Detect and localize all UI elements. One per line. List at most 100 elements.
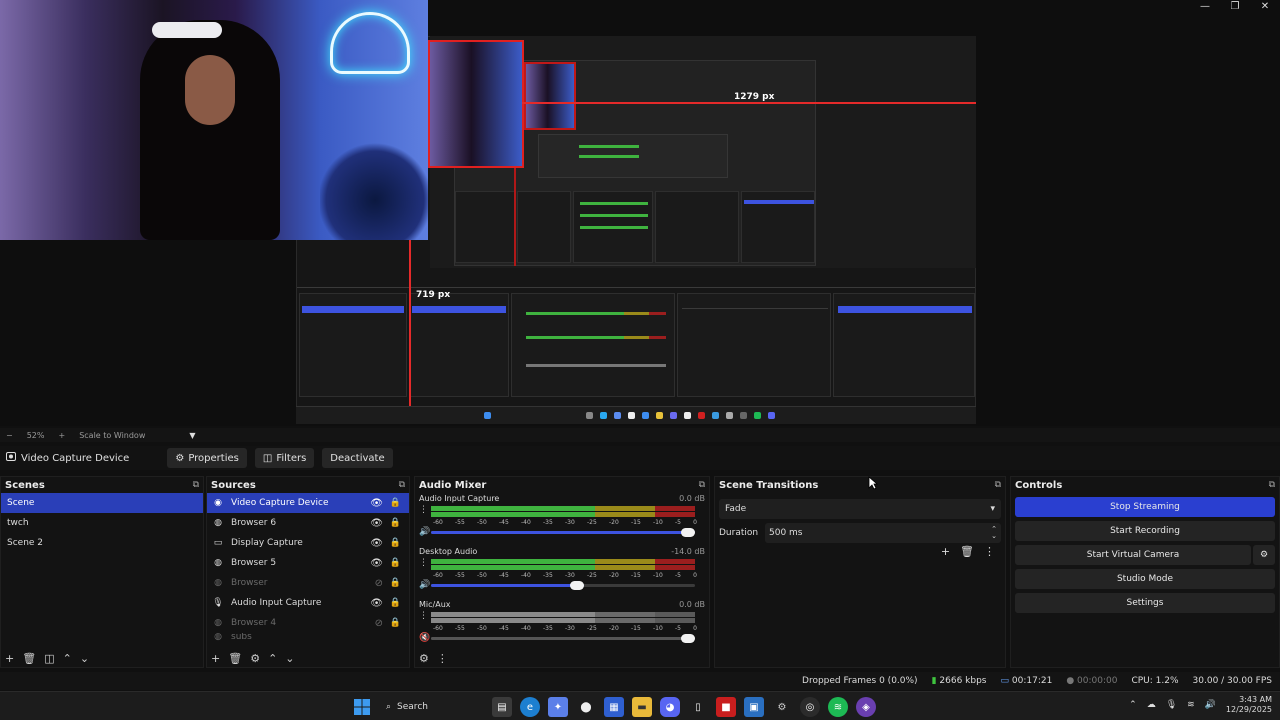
spin-arrows-icon[interactable]: ⌃ ⌄ [991, 526, 997, 540]
speaker-muted-icon[interactable]: 🔇 [419, 633, 430, 643]
link-gear-icon[interactable]: ⚙ [419, 652, 429, 665]
slider-knob[interactable] [570, 581, 585, 590]
undock-icon[interactable]: ⧉ [1269, 480, 1275, 490]
spotify-icon[interactable]: ≋ [828, 697, 848, 717]
nested-webcam-thumb-2 [524, 62, 576, 130]
volume-slider[interactable] [431, 581, 695, 590]
eye-hidden-icon[interactable]: ⊘ [375, 618, 383, 629]
eye-icon[interactable]: 👁 [370, 518, 383, 529]
settings-gear-icon[interactable]: ⚙ [772, 697, 792, 717]
task-view-icon[interactable]: ▤ [492, 697, 512, 717]
kebab-menu-icon[interactable]: ⋮ [984, 545, 995, 558]
settings-button[interactable]: Settings [1015, 593, 1275, 613]
duration-spinbox[interactable]: 500 ms ⌃ ⌄ [765, 523, 1001, 543]
cloud-icon[interactable]: ☁ [1147, 700, 1156, 710]
obs-icon[interactable]: ◎ [800, 697, 820, 717]
source-item[interactable]: ◍ Browser ⊘ 🔒 [207, 573, 409, 593]
twitch-icon[interactable]: ◈ [856, 697, 876, 717]
start-virtual-camera-button[interactable]: Start Virtual Camera [1015, 545, 1251, 565]
store-icon[interactable]: ▦ [604, 697, 624, 717]
undock-icon[interactable]: ⧉ [699, 480, 705, 490]
edge-browser-icon[interactable]: e [520, 697, 540, 717]
maximize-button[interactable]: ❐ [1220, 0, 1250, 14]
deactivate-button[interactable]: Deactivate [322, 448, 393, 468]
discord-icon[interactable]: ◕ [660, 697, 680, 717]
lock-icon[interactable]: 🔒 [390, 598, 401, 608]
location-pin-icon[interactable]: ⬤ [576, 697, 596, 717]
document-icon[interactable]: ▯ [688, 697, 708, 717]
trash-icon[interactable]: 🗑 [22, 652, 36, 665]
stop-streaming-button[interactable]: Stop Streaming [1015, 497, 1275, 517]
lock-icon[interactable]: 🔒 [390, 578, 401, 588]
trash-icon[interactable]: 🗑 [228, 652, 242, 665]
speaker-icon[interactable]: 🔊 [419, 580, 430, 590]
start-recording-button[interactable]: Start Recording [1015, 521, 1275, 541]
source-item[interactable]: ◍ Browser 6 👁 🔒 [207, 513, 409, 533]
zoom-in-button[interactable]: + [58, 431, 65, 440]
source-item[interactable]: ◉ Video Capture Device 👁 🔒 [207, 493, 409, 513]
clock[interactable]: 3:43 AM 12/29/2025 [1226, 695, 1272, 715]
windows-start-icon[interactable] [352, 697, 372, 717]
lock-icon[interactable]: 🔒 [390, 538, 401, 548]
copilot-icon[interactable]: ✦ [548, 697, 568, 717]
kebab-menu-icon[interactable]: ⋮ [437, 652, 448, 665]
eye-icon[interactable]: 👁 [370, 558, 383, 569]
zoom-out-button[interactable]: − [6, 431, 13, 440]
lock-icon[interactable]: 🔒 [390, 498, 401, 508]
lock-icon[interactable]: 🔒 [390, 618, 401, 628]
taskbar-search[interactable]: ⌕ Search [380, 697, 484, 717]
slider-knob[interactable] [681, 528, 695, 537]
studio-mode-button[interactable]: Studio Mode [1015, 569, 1275, 589]
eye-icon[interactable]: 👁 [370, 598, 383, 609]
eye-icon[interactable]: 👁 [370, 498, 383, 509]
photos-icon[interactable]: ▣ [744, 697, 764, 717]
undock-icon[interactable]: ⧉ [399, 480, 405, 490]
scene-item-scene-2[interactable]: Scene 2 [1, 533, 203, 553]
eye-icon[interactable]: 👁 [370, 538, 383, 549]
volume-slider[interactable] [431, 528, 695, 537]
kebab-menu-icon[interactable]: ⋮ [419, 558, 428, 568]
red-app-icon[interactable]: ■ [716, 697, 736, 717]
source-item[interactable]: ◍ Browser 4 ⊘ 🔒 [207, 613, 409, 633]
filters-button[interactable]: ◫ Filters [254, 448, 315, 468]
speaker-icon[interactable]: 🔊 [419, 527, 430, 537]
scene-item-twch[interactable]: twch [1, 513, 203, 533]
speaker-icon[interactable]: 🔊 [1205, 700, 1216, 710]
undock-icon[interactable]: ⧉ [995, 480, 1001, 490]
source-item[interactable]: 🎙 Audio Input Capture 👁 🔒 [207, 593, 409, 613]
chevron-down-icon[interactable]: ▼ [189, 431, 195, 440]
slider-knob[interactable] [681, 634, 695, 643]
add-icon[interactable]: + [211, 652, 220, 665]
gear-icon[interactable]: ⚙ [250, 652, 260, 665]
add-icon[interactable]: + [941, 545, 950, 558]
kebab-menu-icon[interactable]: ⋮ [419, 611, 428, 621]
trash-icon[interactable]: 🗑 [960, 545, 974, 558]
undock-icon[interactable]: ⧉ [193, 480, 199, 490]
minimize-button[interactable]: — [1190, 0, 1220, 14]
lock-icon[interactable]: 🔒 [390, 518, 401, 528]
close-button[interactable]: ✕ [1250, 0, 1280, 14]
chevron-up-icon[interactable]: ⌃ [268, 652, 277, 665]
source-item[interactable]: ◍ Browser 5 👁 🔒 [207, 553, 409, 573]
scene-item-scene[interactable]: Scene [1, 493, 203, 513]
wifi-icon[interactable]: ≋ [1187, 700, 1195, 710]
eye-hidden-icon[interactable]: ⊘ [375, 578, 383, 589]
microphone-icon[interactable]: 🎙 [1166, 700, 1177, 710]
transition-select[interactable]: Fade ▾ [719, 499, 1001, 519]
kebab-menu-icon[interactable]: ⋮ [419, 505, 428, 515]
chevron-up-icon[interactable]: ⌃ [1129, 700, 1137, 710]
chevron-down-icon[interactable]: ⌄ [80, 652, 89, 665]
volume-slider[interactable] [431, 634, 695, 643]
gear-icon[interactable]: ⚙ [1253, 545, 1275, 565]
add-icon[interactable]: + [5, 652, 14, 665]
lock-icon[interactable]: 🔒 [390, 558, 401, 568]
chevron-up-icon[interactable]: ⌃ [63, 652, 72, 665]
properties-button[interactable]: ⚙ Properties [167, 448, 247, 468]
folder-icon[interactable]: ▬ [632, 697, 652, 717]
source-item[interactable]: ◍ subs [207, 633, 409, 641]
filter-icon[interactable]: ◫ [44, 652, 54, 665]
source-item[interactable]: ▭ Display Capture 👁 🔒 [207, 533, 409, 553]
meter-segment [655, 512, 695, 517]
program-preview[interactable]: 1279 px 719 px [0, 0, 1280, 426]
chevron-down-icon[interactable]: ⌄ [285, 652, 294, 665]
